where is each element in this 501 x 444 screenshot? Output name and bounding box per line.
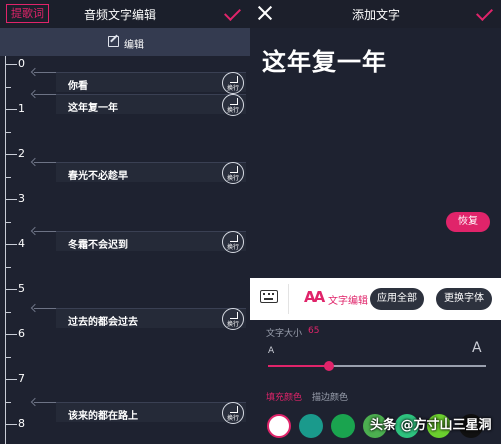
edit-label: 编辑 [124, 40, 144, 51]
ruler-tick-major [5, 64, 17, 65]
text-size-value: 65 [308, 326, 320, 336]
ruler-tick-minor [5, 132, 11, 133]
ruler-tick-major [5, 334, 17, 335]
ruler-tick-major [5, 289, 17, 290]
text-toolbar: AA 文字编辑 应用全部 更换字体 [250, 278, 501, 320]
ruler-line [5, 56, 6, 444]
ruler-tick-major [5, 154, 17, 155]
add-text-panel: 添加文字 这年复一年 恢复 AA 文字编辑 应用全部 更换字体 文字大小 65 … [250, 0, 501, 444]
ruler-tick-minor [5, 177, 11, 178]
close-icon[interactable] [258, 6, 272, 20]
row-connector [34, 308, 56, 309]
ruler-tick-major [5, 424, 17, 425]
tab-stroke-color[interactable]: 描边颜色 [312, 390, 348, 403]
confirm-check-icon[interactable] [226, 6, 244, 20]
size-small-indicator: A [268, 346, 275, 356]
line-wrap-label: 换行 [226, 321, 239, 328]
lyric-text: 冬霜不会迟到 [68, 240, 128, 251]
confirm-check-icon[interactable] [478, 6, 496, 20]
ruler-tick-minor [5, 402, 11, 403]
ruler-tick-minor [5, 87, 11, 88]
line-wrap-button[interactable]: 换行 [222, 94, 244, 116]
lyric-row[interactable]: 这年复一年 换行 [56, 94, 246, 116]
text-size-slider[interactable] [268, 361, 486, 371]
text-style-icon[interactable]: AA [304, 288, 325, 306]
line-wrap-button[interactable]: 换行 [222, 402, 244, 424]
ruler-tick-minor [5, 222, 11, 223]
change-font-button[interactable]: 更换字体 [436, 288, 492, 310]
restore-button[interactable]: 恢复 [446, 212, 490, 232]
ruler-tick-major [5, 199, 17, 200]
row-connector [34, 402, 56, 403]
text-size-label: 文字大小 [266, 329, 303, 339]
second-label: 2 [18, 147, 25, 160]
lyric-row[interactable]: 冬霜不会迟到 换行 [56, 231, 246, 253]
size-large-indicator: A [472, 340, 482, 356]
tab-fill-color[interactable]: 填充颜色 [266, 390, 302, 403]
second-label: 0 [18, 57, 25, 70]
apply-all-button[interactable]: 应用全部 [370, 288, 424, 310]
keyboard-icon[interactable] [260, 290, 278, 303]
line-wrap-button[interactable]: 换行 [222, 72, 244, 94]
line-wrap-label: 换行 [226, 244, 239, 251]
lyric-text: 该来的都在路上 [68, 411, 138, 422]
return-arrow-icon [230, 406, 238, 413]
left-header: 提歌词 音频文字编辑 [0, 0, 250, 28]
timeline[interactable]: 0 1 2 3 4 5 6 7 8 你看 换行 这年复一年 换行 春光不必趁早 … [0, 56, 250, 444]
second-label: 3 [18, 192, 25, 205]
lyric-row[interactable]: 春光不必趁早 换行 [56, 162, 246, 184]
left-title: 音频文字编辑 [84, 8, 157, 22]
right-title: 添加文字 [352, 8, 401, 22]
lyric-text: 过去的都会过去 [68, 317, 138, 328]
ruler-tick-minor [5, 267, 11, 268]
row-connector [34, 231, 56, 232]
text-edit-tab[interactable]: 文字编辑 [328, 292, 368, 307]
ruler-tick-major [5, 244, 17, 245]
line-wrap-button[interactable]: 换行 [222, 162, 244, 184]
slider-fill [268, 365, 330, 367]
second-label: 4 [18, 237, 25, 250]
lyric-text: 春光不必趁早 [68, 171, 128, 182]
ruler-tick-minor [5, 357, 11, 358]
lyric-text: 你看 [68, 81, 88, 92]
edit-icon [108, 36, 119, 47]
second-label: 7 [18, 372, 25, 385]
row-connector [34, 72, 56, 73]
extract-lyrics-button[interactable]: 提歌词 [6, 4, 49, 23]
second-label: 8 [18, 417, 25, 430]
lyric-row[interactable]: 你看 换行 [56, 72, 246, 94]
return-arrow-icon [230, 76, 238, 83]
return-arrow-icon [230, 166, 238, 173]
line-wrap-button[interactable]: 换行 [222, 308, 244, 330]
second-label: 5 [18, 282, 25, 295]
line-wrap-label: 换行 [226, 85, 239, 92]
watermark: 头条 @方寸山三星洞 [370, 418, 492, 433]
ruler-tick-minor [5, 312, 11, 313]
slider-thumb[interactable] [324, 361, 335, 371]
return-arrow-icon [230, 312, 238, 319]
text-preview[interactable]: 这年复一年 恢复 [250, 28, 501, 278]
edit-bar[interactable]: 编辑 [0, 28, 250, 56]
row-connector [34, 94, 56, 95]
color-swatch[interactable] [331, 414, 355, 438]
line-wrap-button[interactable]: 换行 [222, 231, 244, 253]
color-swatch-white[interactable] [267, 414, 291, 438]
audio-text-editor-panel: 提歌词 音频文字编辑 编辑 0 1 2 3 4 5 6 7 8 你看 换行 这年… [0, 0, 250, 444]
lyric-row[interactable]: 该来的都在路上 换行 [56, 402, 246, 424]
line-wrap-label: 换行 [226, 107, 239, 114]
toolbar-divider [288, 284, 289, 314]
ruler-tick-major [5, 379, 17, 380]
return-arrow-icon [230, 235, 238, 242]
color-swatch[interactable] [299, 414, 323, 438]
lyric-text: 这年复一年 [68, 103, 118, 114]
row-connector [34, 162, 56, 163]
lyric-row[interactable]: 过去的都会过去 换行 [56, 308, 246, 330]
second-label: 6 [18, 327, 25, 340]
ruler-tick-major [5, 109, 17, 110]
return-arrow-icon [230, 98, 238, 105]
second-label: 1 [18, 102, 25, 115]
line-wrap-label: 换行 [226, 175, 239, 182]
line-wrap-label: 换行 [226, 415, 239, 422]
preview-text[interactable]: 这年复一年 [262, 42, 387, 77]
